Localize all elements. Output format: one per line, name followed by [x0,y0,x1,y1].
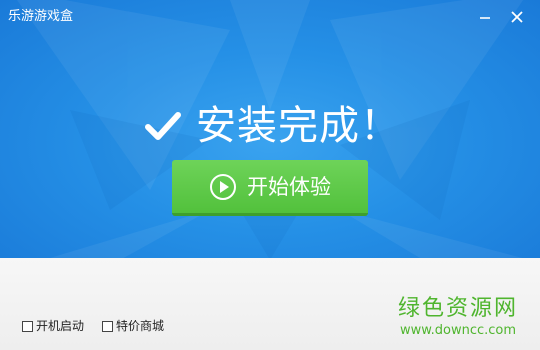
checkmark-icon [145,112,181,140]
close-icon [511,11,523,23]
close-button[interactable] [504,6,530,28]
install-complete-banner: 安装完成！ [144,98,401,154]
deals-mall-checkbox[interactable] [102,320,113,332]
minimize-icon [480,17,490,19]
watermark-url: www.downcc.com [399,323,517,338]
window-title: 乐游游戏盒 [8,9,74,24]
hero-panel: 乐游游戏盒 安装完成！ 开始体验 [0,0,540,258]
autostart-checkbox[interactable] [22,320,33,332]
minimize-button[interactable] [472,6,498,28]
install-complete-text: 安装完成！ [196,103,401,149]
watermark-title: 绿色资源网 [397,296,518,321]
autostart-option[interactable]: 开机启动 [22,318,84,334]
play-circle-icon [210,173,236,200]
watermark: 绿色资源网 www.downcc.com [398,295,518,339]
start-experience-button[interactable]: 开始体验 [172,160,368,216]
autostart-label: 开机启动 [36,319,85,333]
start-experience-label: 开始体验 [247,174,331,199]
deals-mall-label: 特价商城 [116,319,165,333]
installer-window: 乐游游戏盒 安装完成！ 开始体验 开机启动 特价商城 绿色资源网 www.dow… [0,0,540,350]
deals-mall-option[interactable]: 特价商城 [102,318,164,334]
title-bar: 乐游游戏盒 [0,0,540,34]
